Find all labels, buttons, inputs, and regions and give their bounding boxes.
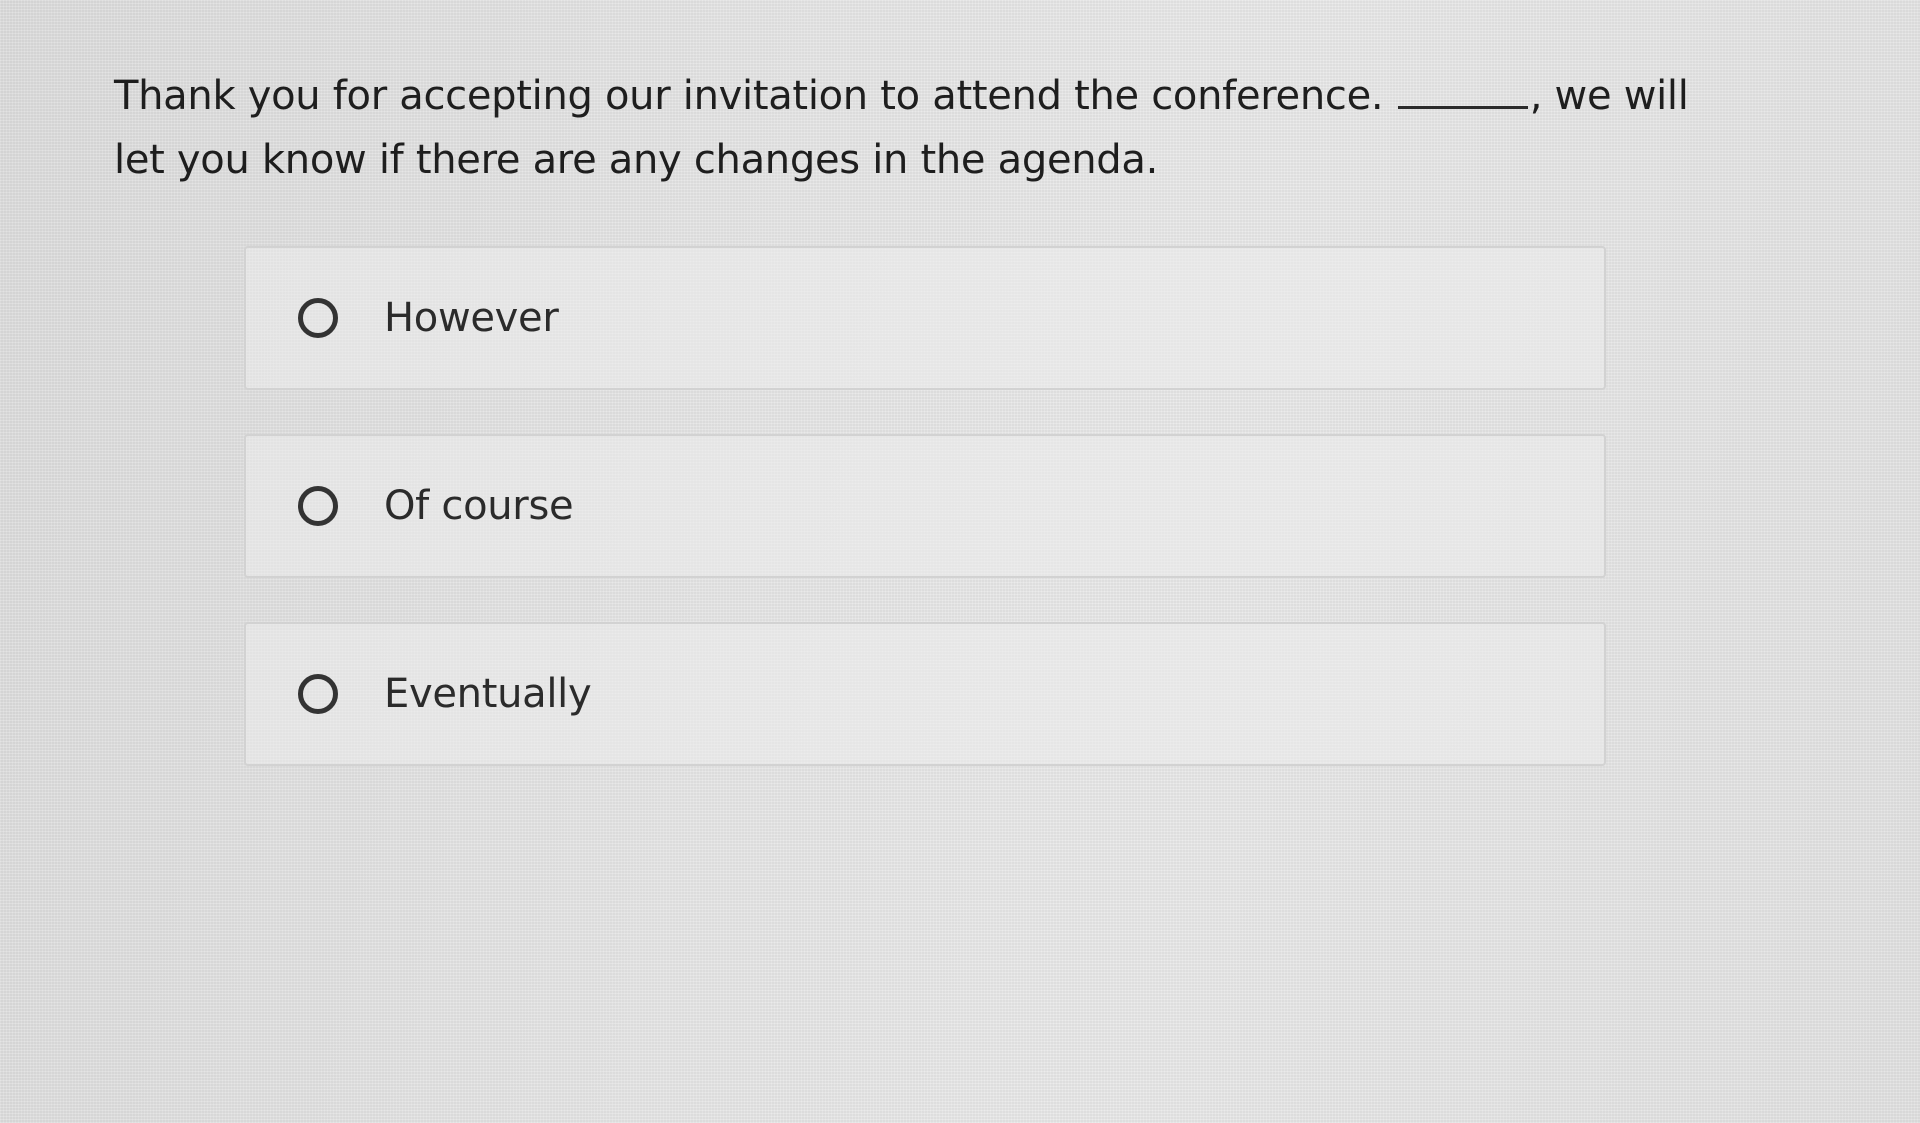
option-label: Eventually — [384, 671, 592, 717]
option-however[interactable]: However — [244, 246, 1606, 390]
option-of-course[interactable]: Of course — [244, 434, 1606, 578]
radio-button-icon[interactable] — [298, 486, 338, 526]
question-text: Thank you for accepting our invitation t… — [114, 64, 1734, 192]
answer-options: However Of course Eventually — [244, 246, 1606, 810]
radio-button-icon[interactable] — [298, 298, 338, 338]
question-text-before: Thank you for accepting our invitation t… — [114, 73, 1384, 119]
option-label: However — [384, 295, 559, 341]
option-eventually[interactable]: Eventually — [244, 622, 1606, 766]
option-label: Of course — [384, 483, 574, 529]
radio-button-icon[interactable] — [298, 674, 338, 714]
answer-blank — [1397, 81, 1528, 109]
question-prompt: Thank you for accepting our invitation t… — [114, 64, 1734, 192]
